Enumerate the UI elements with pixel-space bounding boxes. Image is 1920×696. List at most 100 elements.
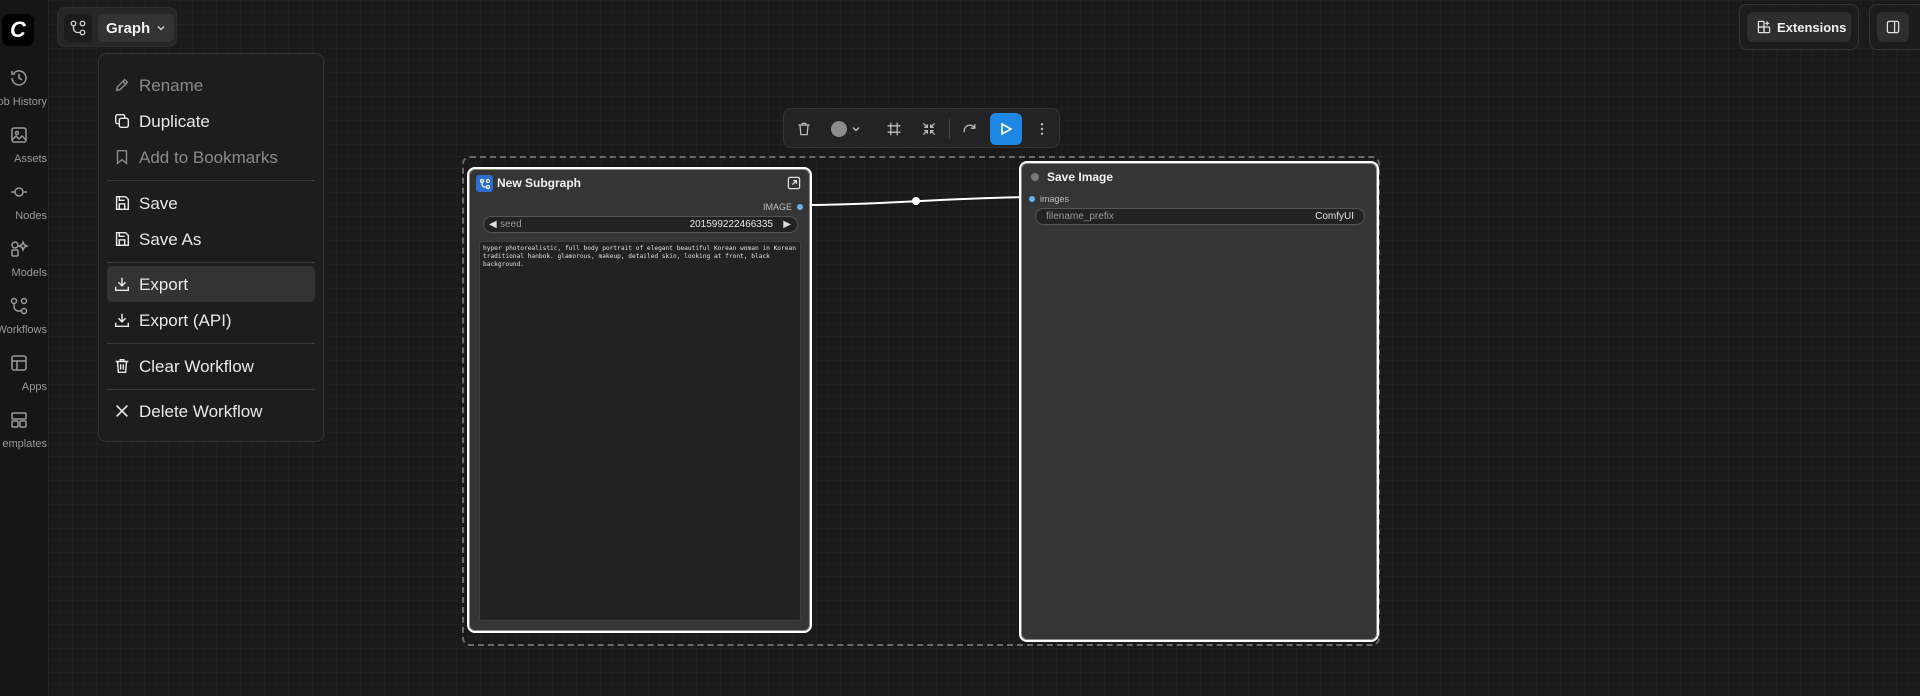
input-slot-label: images	[1040, 194, 1070, 204]
menu-item-label: Duplicate	[139, 112, 210, 131]
output-slot-dot[interactable]	[797, 204, 803, 210]
filename-prefix-widget[interactable]: filename_prefix ComfyUI	[1035, 208, 1365, 225]
sidebar-item-workflows[interactable]: Workflows	[0, 296, 49, 346]
toggle-right-panel-button[interactable]	[1877, 12, 1909, 42]
node-header[interactable]: New Subgraph	[469, 169, 810, 197]
menu-divider	[107, 262, 315, 263]
node-title: New Subgraph	[497, 176, 582, 190]
panel-right-icon	[1886, 20, 1900, 34]
more-options-button[interactable]	[1032, 119, 1052, 139]
filename-prefix-value: ComfyUI	[1315, 211, 1354, 222]
menu-item-export[interactable]: Export	[107, 266, 315, 302]
sidebar-item-nodes[interactable]: Nodes	[0, 182, 49, 232]
input-slot-dot[interactable]	[1029, 196, 1035, 202]
subgraph-badge-icon	[476, 175, 493, 192]
node-icon	[11, 187, 27, 197]
sidebar-item-models[interactable]: Models	[0, 239, 49, 289]
chevron-down-icon	[157, 26, 165, 31]
menu-divider	[107, 180, 315, 181]
workflow-icon	[70, 20, 86, 36]
sidebar-item-label: ob History	[0, 96, 47, 108]
extensions-button[interactable]: Extensions	[1747, 12, 1851, 42]
menu-item-label: Delete Workflow	[139, 402, 263, 421]
enter-subgraph-button[interactable]	[786, 175, 802, 191]
menu-item-label: Save	[139, 194, 178, 213]
output-slot-label: IMAGE	[762, 202, 792, 212]
filename-prefix-label: filename_prefix	[1046, 211, 1114, 222]
sidebar-item-label: Workflows	[0, 324, 47, 336]
menu-item-label: Add to Bookmarks	[139, 148, 278, 167]
comfy-logo[interactable]: C	[2, 14, 34, 46]
trash-icon	[798, 122, 810, 136]
puzzle-icon	[1757, 20, 1771, 34]
image-icon	[11, 127, 27, 143]
history-icon	[11, 70, 27, 86]
sidebar-item-apps[interactable]: Apps	[0, 353, 49, 403]
node-header[interactable]: Save Image	[1021, 163, 1377, 191]
trash-icon	[115, 358, 129, 374]
templates-icon	[11, 412, 27, 428]
decrement-arrow[interactable]: ◀	[489, 219, 497, 230]
close-icon	[116, 405, 128, 417]
menu-item-label: Clear Workflow	[139, 357, 254, 376]
prompt-textarea[interactable]: hyper photorealistic, full body portrait…	[479, 241, 801, 621]
redo-icon	[963, 124, 976, 133]
bypass-button[interactable]	[960, 119, 980, 139]
seed-label: seed	[500, 219, 522, 230]
sidebar-item-label: Apps	[21, 381, 47, 393]
sidebar-item-label: Models	[11, 267, 47, 279]
menu-item-label: Export (API)	[139, 311, 232, 330]
subgraph-node[interactable]: New Subgraph IMAGE ◀ seed 20159922246633…	[467, 167, 812, 633]
menu-divider	[107, 389, 315, 390]
toolbar-divider	[949, 119, 950, 139]
more-vertical-icon	[1040, 123, 1044, 135]
run-button[interactable]	[990, 113, 1022, 145]
pencil-icon	[115, 78, 129, 92]
sidebar-item-label: emplates	[2, 438, 47, 450]
increment-arrow[interactable]: ▶	[783, 219, 791, 230]
chevron-down-icon	[852, 127, 860, 132]
menu-item-label: Export	[139, 275, 189, 294]
seed-value: 201599222466335	[689, 219, 773, 230]
extensions-container: Extensions	[1739, 4, 1859, 50]
color-picker-swatch[interactable]	[831, 121, 847, 137]
save-icon	[115, 231, 130, 247]
menu-item-clear-workflow[interactable]: Clear Workflow	[107, 348, 315, 384]
menu-item-label: Save As	[139, 230, 202, 249]
apps-icon	[11, 355, 27, 371]
sidebar-item-label: Nodes	[15, 210, 47, 222]
workflow-icon	[10, 297, 28, 315]
save-image-node[interactable]: Save Image images filename_prefix ComfyU…	[1019, 161, 1379, 642]
download-icon	[114, 313, 130, 328]
workflow-tab-button[interactable]	[64, 14, 92, 42]
sidebar-item-templates[interactable]: emplates	[0, 410, 49, 460]
models-icon	[11, 240, 29, 257]
bookmark-icon	[116, 149, 128, 165]
play-icon	[1001, 122, 1013, 136]
graph-menu-button[interactable]: Graph	[98, 14, 174, 42]
left-sidebar: C ob History Assets Nodes Models Workflo…	[0, 0, 49, 696]
delete-button[interactable]	[794, 119, 814, 139]
menu-divider	[107, 343, 315, 344]
workflow-menu: Rename Duplicate Add to Bookmarks Save S…	[98, 53, 324, 442]
sidebar-item-job-history[interactable]: ob History	[0, 68, 49, 118]
seed-widget[interactable]: ◀ seed 201599222466335 ▶	[483, 216, 798, 233]
menu-item-label: Rename	[139, 76, 204, 95]
sidebar-item-label: Assets	[13, 153, 47, 165]
frame-nodes-button[interactable]	[884, 119, 904, 139]
frame-icon	[887, 122, 901, 136]
menu-item-save[interactable]: Save	[107, 185, 315, 221]
menu-item-rename[interactable]: Rename	[107, 67, 315, 103]
menu-item-save-as[interactable]: Save As	[107, 221, 315, 257]
menu-item-delete-workflow[interactable]: Delete Workflow	[107, 393, 315, 429]
node-status-dot[interactable]	[1031, 173, 1039, 181]
collapse-button[interactable]	[919, 119, 939, 139]
menu-item-duplicate[interactable]: Duplicate	[107, 103, 315, 139]
menu-item-add-to-bookmarks[interactable]: Add to Bookmarks	[107, 139, 315, 175]
save-icon	[115, 195, 130, 211]
sidebar-item-assets[interactable]: Assets	[0, 125, 49, 175]
menu-item-export-api[interactable]: Export (API)	[107, 302, 315, 338]
color-picker-dropdown[interactable]	[849, 119, 863, 139]
download-icon	[114, 277, 130, 292]
collapse-icon	[922, 122, 936, 136]
